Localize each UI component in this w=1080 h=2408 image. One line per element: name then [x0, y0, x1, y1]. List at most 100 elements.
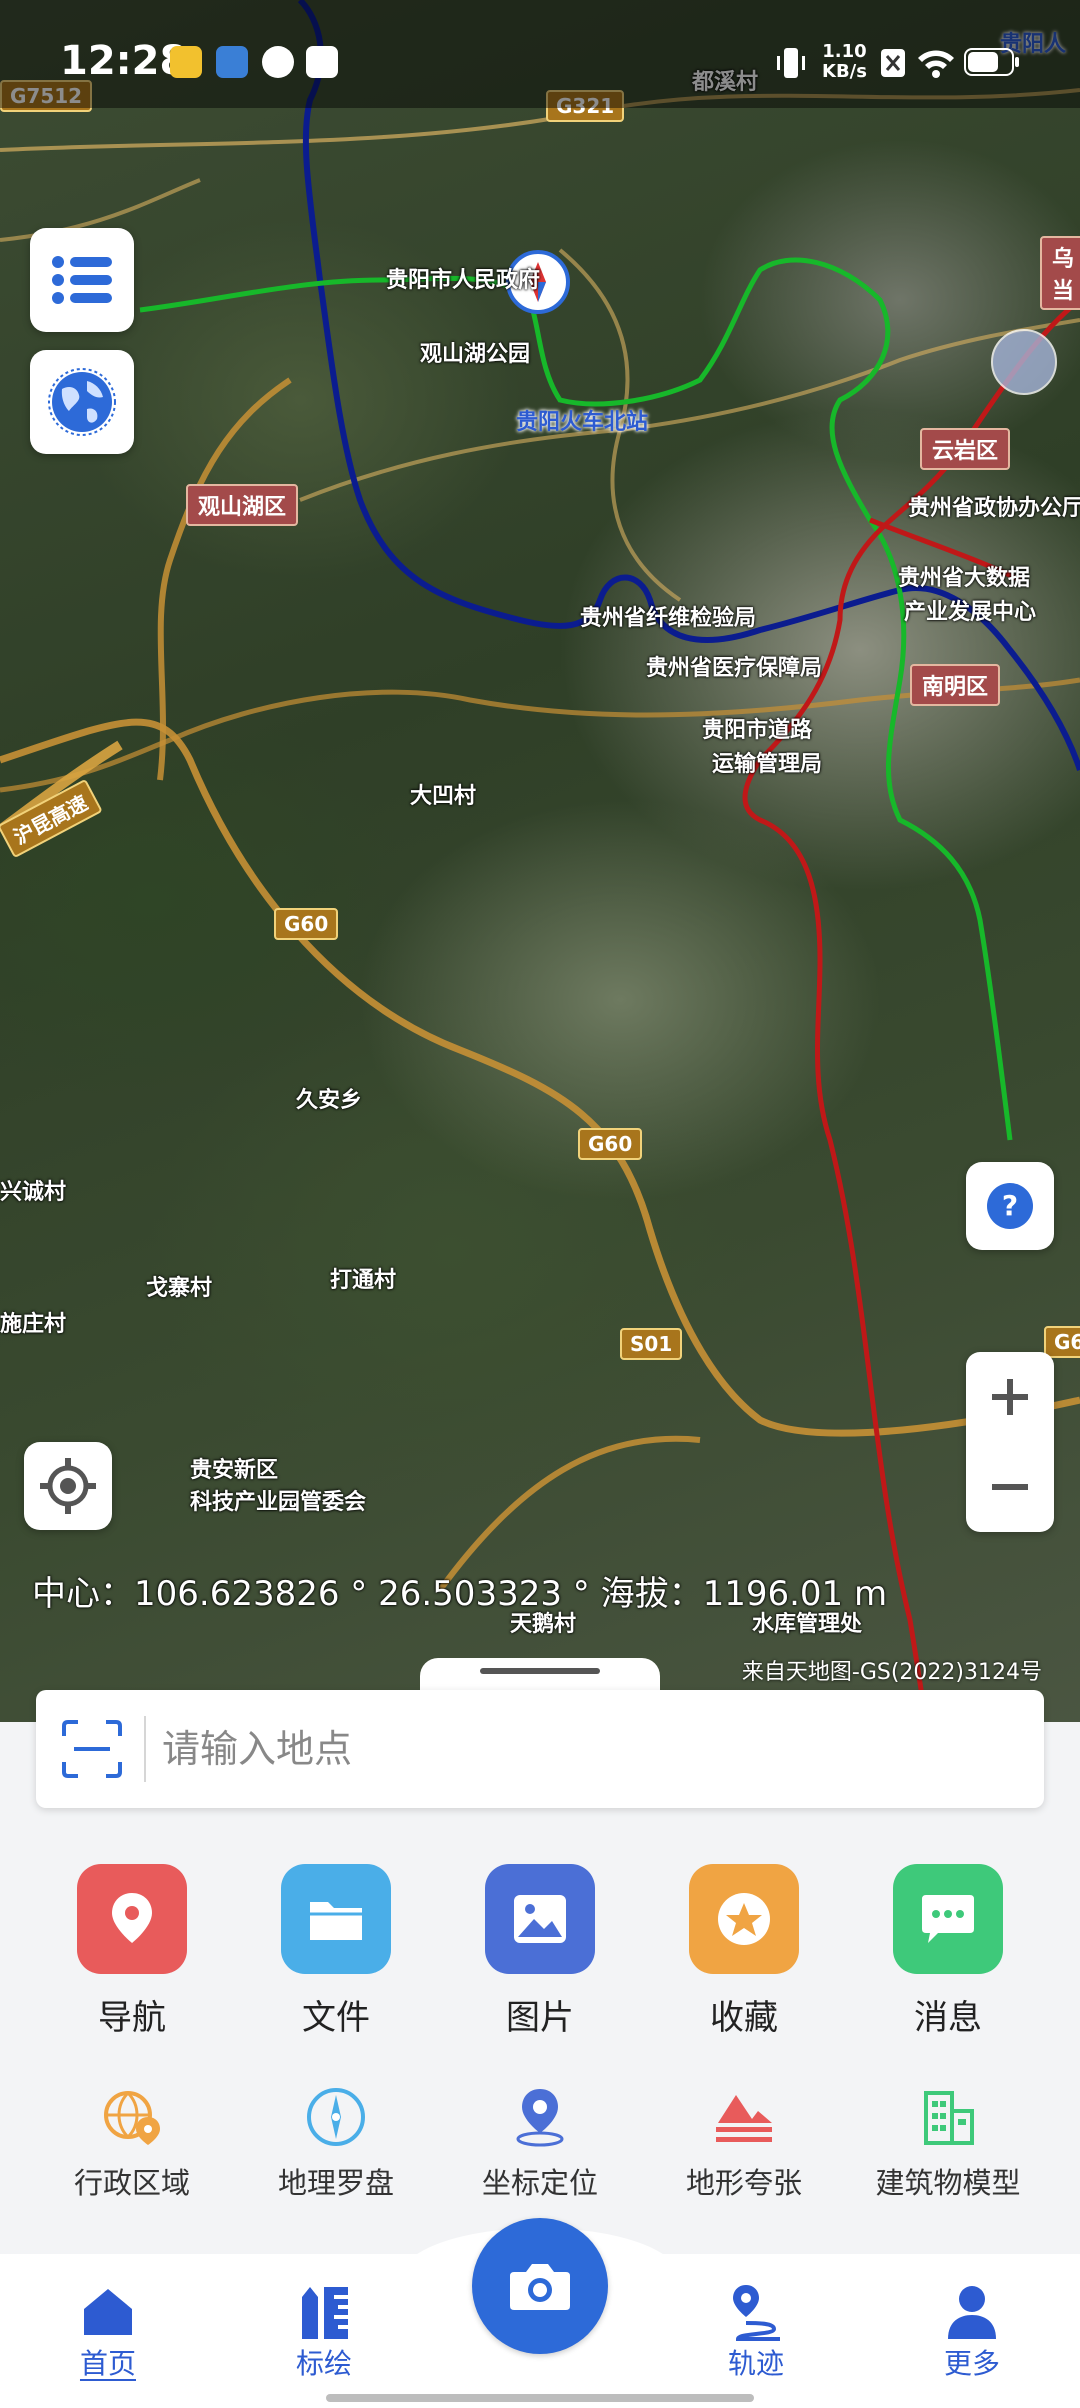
- map-label: 贵阳火车北站: [516, 410, 649, 435]
- notification-app-icon: [262, 46, 294, 78]
- camera-button[interactable]: [472, 2218, 608, 2354]
- district-tag: 南明区: [910, 664, 1001, 706]
- ruler-pencil-icon: [294, 2282, 354, 2342]
- district-tag: 观山湖区: [186, 484, 299, 526]
- map-label: 贵州省医疗保障局: [646, 656, 823, 681]
- map-label: 科技产业园管委会: [190, 1490, 367, 1515]
- quick-action-favorites[interactable]: 收藏: [664, 1864, 824, 2039]
- scan-icon[interactable]: [62, 1720, 122, 1778]
- zoom-controls: [966, 1352, 1054, 1532]
- map-label: 贵阳市道路: [702, 718, 813, 743]
- map-label: 戈寨村: [146, 1276, 213, 1301]
- nav-track[interactable]: 轨迹: [686, 2282, 826, 2382]
- district-tag: 云岩区: [920, 428, 1011, 470]
- status-bar: 12:28 1.10 KB/s: [0, 0, 1080, 108]
- map-label: 贵州省大数据: [898, 566, 1031, 591]
- map-label: 贵阳市人民政府: [386, 268, 541, 293]
- tool-terrain-exaggeration[interactable]: 地形夸张: [654, 2082, 834, 2202]
- plus-icon: [992, 1379, 1028, 1415]
- no-sim-icon: [881, 49, 905, 77]
- nav-more[interactable]: 更多: [902, 2282, 1042, 2382]
- globe-icon: [48, 368, 116, 436]
- search-bar: [36, 1690, 1044, 1808]
- map-label: 打通村: [330, 1268, 397, 1293]
- tool-label: 坐标定位: [481, 2166, 598, 2200]
- map-label: 贵安新区: [190, 1458, 279, 1483]
- map-label: 施庄村: [0, 1312, 67, 1337]
- nav-plot[interactable]: 标绘: [254, 2282, 394, 2382]
- crosshair-icon: [40, 1458, 96, 1514]
- network-speed: 1.10 KB/s: [822, 42, 867, 82]
- road-tag: G60: [274, 908, 339, 940]
- folder-icon: [281, 1864, 391, 1974]
- nav-label: 更多: [943, 2347, 1000, 2380]
- status-time: 12:28: [60, 38, 188, 84]
- location-pin-icon: [505, 2082, 575, 2152]
- question-icon: ?: [987, 1183, 1033, 1229]
- network-speed-unit: KB/s: [822, 61, 867, 82]
- network-speed-value: 1.10: [822, 41, 867, 62]
- notification-app-icon: [306, 46, 338, 78]
- quick-action-label: 收藏: [710, 1998, 778, 2038]
- navigation-pin-icon: [77, 1864, 187, 1974]
- map-attribution: 来自天地图-GS(2022)3124号: [741, 1660, 1042, 1685]
- zoom-in-button[interactable]: [966, 1352, 1054, 1442]
- battery-icon: [964, 48, 1019, 76]
- sheet-handle-tab[interactable]: [420, 1658, 660, 1692]
- map-roads-layer: [0, 0, 1080, 1740]
- quick-action-label: 文件: [302, 1998, 370, 2038]
- svg-text:?: ?: [1002, 1189, 1018, 1222]
- zoom-out-button[interactable]: [966, 1442, 1054, 1532]
- building-icon: [913, 2082, 983, 2152]
- tool-label: 建筑物模型: [875, 2166, 1021, 2200]
- nav-home[interactable]: 首页: [38, 2282, 178, 2382]
- quick-action-files[interactable]: 文件: [256, 1864, 416, 2039]
- help-button[interactable]: ?: [966, 1162, 1054, 1250]
- map-label: 观山湖公园: [420, 342, 531, 367]
- notification-app-icon: [216, 46, 248, 78]
- map-label: 大凹村: [410, 784, 477, 809]
- tool-coordinate-locate[interactable]: 坐标定位: [450, 2082, 630, 2202]
- search-divider: [144, 1716, 146, 1782]
- camera-icon: [510, 2264, 570, 2310]
- map-label: 贵州省纤维检验局: [580, 606, 757, 631]
- minus-icon: [992, 1484, 1028, 1490]
- satellite-map[interactable]: 贵阳市人民政府 观山湖公园 贵阳火车北站 贵州省纤维检验局 贵州省医疗保障局 贵…: [0, 0, 1080, 1740]
- tool-admin-region[interactable]: 行政区域: [42, 2082, 222, 2202]
- track-icon: [726, 2282, 786, 2342]
- quick-action-images[interactable]: 图片: [460, 1864, 620, 2039]
- home-icon: [78, 2282, 138, 2342]
- quick-action-label: 消息: [914, 1998, 982, 2038]
- nav-label: 首页: [79, 2347, 136, 2380]
- district-tag: 乌当: [1040, 236, 1080, 310]
- tool-compass[interactable]: 地理罗盘: [246, 2082, 426, 2202]
- road-tag: S01: [620, 1328, 683, 1360]
- star-icon: [689, 1864, 799, 1974]
- quick-action-label: 图片: [506, 1998, 574, 2038]
- nav-label: 轨迹: [727, 2347, 784, 2380]
- nav-label: 标绘: [295, 2347, 352, 2380]
- user-icon: [942, 2282, 1002, 2342]
- map-label: 贵州省政协办公厅: [908, 496, 1080, 521]
- image-icon: [485, 1864, 595, 1974]
- map-label: 运输管理局: [712, 752, 823, 777]
- map-label: 久安乡: [296, 1088, 363, 1113]
- layers-list-button[interactable]: [30, 228, 134, 332]
- road-tag: G60: [578, 1128, 643, 1160]
- map-label: 产业发展中心: [904, 600, 1037, 625]
- notification-app-icon: [170, 46, 202, 78]
- tool-building-model[interactable]: 建筑物模型: [858, 2082, 1038, 2202]
- home-indicator[interactable]: [326, 2394, 754, 2402]
- sheet-drag-handle[interactable]: [480, 1668, 600, 1674]
- center-coordinates: 中心：106.623826 ° 26.503323 ° 海拔：1196.01 m: [32, 1574, 888, 1614]
- tool-label: 地形夸张: [685, 2166, 802, 2200]
- message-icon: [893, 1864, 1003, 1974]
- quick-action-messages[interactable]: 消息: [868, 1864, 1028, 2039]
- locate-button[interactable]: [24, 1442, 112, 1530]
- quick-action-navigation[interactable]: 导航: [52, 1864, 212, 2039]
- search-input[interactable]: [162, 1714, 1002, 1784]
- tool-label: 行政区域: [73, 2166, 190, 2200]
- globe-pin-icon: [97, 2082, 167, 2152]
- compass-icon: [301, 2082, 371, 2152]
- basemap-button[interactable]: [30, 350, 134, 454]
